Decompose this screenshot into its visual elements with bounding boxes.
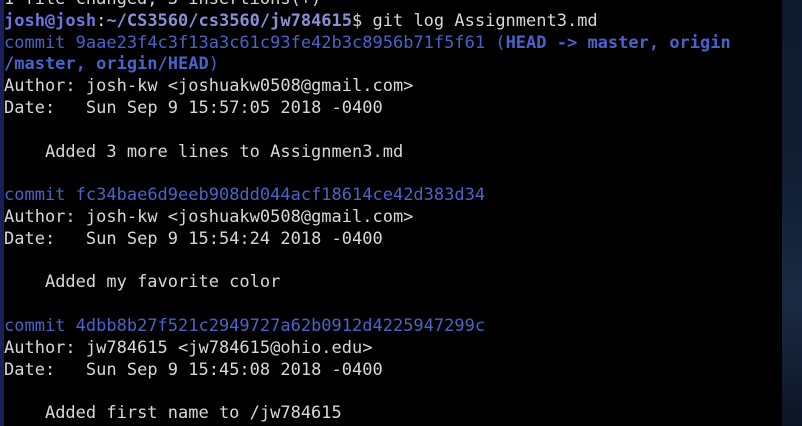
author-label: Author:	[4, 76, 76, 97]
refs-continuation: /master, origin/HEAD	[4, 54, 209, 75]
date-line: Date: Sun Sep 9 15:57:05 2018 -0400	[4, 98, 794, 120]
command-text: git log Assignment3.md	[362, 10, 598, 31]
date-value: Sun Sep 9 15:54:24 2018 -0400	[85, 228, 383, 249]
prompt-separator: :	[96, 10, 107, 31]
author-line: Author: josh-kw <joshuakw0508@gmail.com>	[4, 76, 794, 98]
date-value: Sun Sep 9 15:57:05 2018 -0400	[85, 97, 383, 118]
commit-message-line: Added 3 more lines to Assignmen3.md	[4, 142, 794, 164]
commit-hash: 9aae23f4c3f13a3c61c93fe42b3c8956b71f5f61	[75, 32, 486, 53]
terminal-output: 1 file changed, 3 insertions(+) josh@jos…	[4, 0, 794, 425]
prompt-symbol: $	[352, 10, 363, 31]
date-label: Date:	[4, 97, 56, 118]
refs-close: )	[208, 54, 219, 75]
commit-line: commit 9aae23f4c3f13a3c61c93fe42b3c8956b…	[4, 33, 794, 55]
author-value: josh-kw <joshuakw0508@gmail.com>	[85, 206, 414, 227]
refs-head: HEAD -> master, origin	[505, 32, 731, 53]
commit-label: commit	[4, 315, 66, 336]
prompt-cwd: ~/CS3560/cs3560/jw784615	[106, 10, 353, 31]
refs-open: (	[485, 32, 506, 53]
commit-message-line: Added first name to /jw784615	[4, 403, 794, 425]
author-value: jw784615 <jw784615@ohio.edu>	[85, 337, 373, 358]
author-line: Author: josh-kw <joshuakw0508@gmail.com>	[4, 207, 794, 229]
commit-message: Added 3 more lines to Assignmen3.md	[44, 141, 404, 162]
commit-label: commit	[4, 32, 66, 53]
date-line: Date: Sun Sep 9 15:54:24 2018 -0400	[4, 229, 794, 251]
commit-hash: fc34bae6d9eeb908dd044acf18614ce42d383d34	[75, 185, 486, 206]
commit-refs-continuation: /master, origin/HEAD)	[4, 54, 794, 76]
commit-line: commit 4dbb8b27f521c2949727a62b0912d4225…	[4, 316, 794, 338]
date-label: Date:	[4, 359, 56, 380]
terminal-window[interactable]: 1 file changed, 3 insertions(+) josh@jos…	[0, 0, 802, 426]
author-label: Author:	[4, 337, 76, 358]
commit-message-line: Added my favorite color	[4, 272, 794, 294]
author-label: Author:	[4, 206, 76, 227]
command-prompt-line: josh@josh:~/CS3560/cs3560/jw784615$ git …	[4, 11, 794, 33]
date-line: Date: Sun Sep 9 15:45:08 2018 -0400	[4, 360, 794, 382]
commit-message: Added first name to /jw784615	[44, 403, 342, 424]
date-label: Date:	[4, 228, 56, 249]
author-value: josh-kw <joshuakw0508@gmail.com>	[85, 76, 414, 97]
date-value: Sun Sep 9 15:45:08 2018 -0400	[85, 359, 383, 380]
commit-label: commit	[4, 185, 66, 206]
prompt-user-host: josh@josh	[4, 10, 97, 31]
commit-hash: 4dbb8b27f521c2949727a62b0912d4225947299c	[75, 315, 486, 336]
commit-line: commit fc34bae6d9eeb908dd044acf18614ce42…	[4, 185, 794, 207]
commit-message: Added my favorite color	[44, 272, 281, 293]
author-line: Author: jw784615 <jw784615@ohio.edu>	[4, 338, 794, 360]
previous-output-line: 1 file changed, 3 insertions(+)	[4, 0, 794, 11]
